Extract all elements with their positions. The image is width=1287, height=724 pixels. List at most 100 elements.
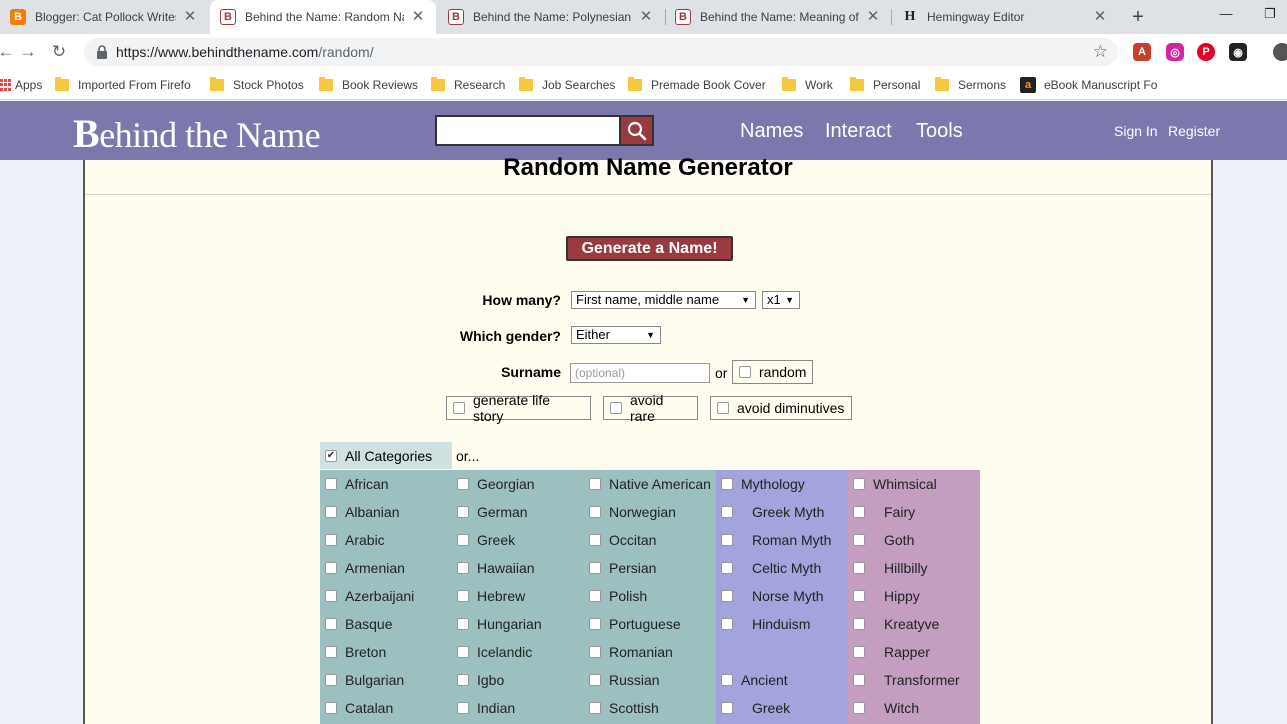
category-checkbox[interactable] (589, 534, 601, 546)
category-checkbox[interactable] (457, 646, 469, 658)
sign-in-link[interactable]: Sign In (1114, 123, 1158, 139)
category-option[interactable]: Albanian (325, 498, 400, 526)
new-tab-button[interactable]: + (1126, 5, 1150, 29)
category-checkbox[interactable] (589, 478, 601, 490)
bookmark-job-searches[interactable]: Job Searches (519, 75, 615, 95)
category-checkbox[interactable] (457, 702, 469, 714)
nav-tools[interactable]: Tools (916, 120, 963, 143)
category-option[interactable]: Azerbaijani (325, 582, 414, 610)
random-surname-option[interactable]: random (732, 360, 813, 384)
minimize-icon[interactable]: — (1212, 2, 1240, 26)
category-checkbox[interactable] (721, 702, 733, 714)
category-option[interactable]: Armenian (325, 554, 405, 582)
avoid-rare-option[interactable]: avoid rare (603, 392, 698, 424)
category-checkbox[interactable] (853, 674, 865, 686)
count-select[interactable]: x1 ▼ (762, 291, 800, 309)
pdf-extension-icon[interactable]: A (1133, 43, 1151, 61)
bookmark-book-reviews[interactable]: Book Reviews (319, 75, 418, 95)
category-option[interactable]: Georgian (457, 470, 535, 498)
category-checkbox[interactable] (721, 562, 733, 574)
instagram-icon[interactable]: ◎ (1166, 43, 1184, 61)
category-option[interactable]: Catalan (325, 694, 393, 722)
category-checkbox[interactable] (325, 674, 337, 686)
category-checkbox[interactable] (457, 618, 469, 630)
restore-icon[interactable]: ❐ (1256, 2, 1284, 26)
category-checkbox[interactable] (325, 562, 337, 574)
category-option[interactable]: Fairy (853, 498, 915, 526)
owl-extension-icon[interactable]: ◉ (1229, 43, 1247, 61)
bookmark-imported[interactable]: Imported From Firefo (55, 75, 195, 95)
category-checkbox[interactable] (457, 534, 469, 546)
life-story-option[interactable]: generate life story (446, 392, 591, 424)
category-option[interactable]: Hebrew (457, 582, 525, 610)
tab-polynesian[interactable]: B Behind the Name: Polynesian S ✕ (438, 0, 664, 34)
nav-interact[interactable]: Interact (825, 120, 892, 143)
avoid-diminutives-option[interactable]: avoid diminutives (710, 396, 852, 420)
bookmark-stock-photos[interactable]: Stock Photos (210, 75, 304, 95)
category-option[interactable]: Polish (589, 582, 647, 610)
generate-name-button[interactable]: Generate a Name! (566, 236, 733, 261)
category-option[interactable]: Hippy (853, 582, 920, 610)
category-checkbox[interactable] (721, 534, 733, 546)
site-search-input[interactable] (435, 115, 619, 146)
category-checkbox[interactable] (853, 562, 865, 574)
category-checkbox[interactable] (325, 534, 337, 546)
category-option[interactable]: Rapper (853, 638, 930, 666)
life-story-checkbox[interactable] (453, 402, 465, 414)
forward-arrow-icon[interactable]: → (16, 40, 40, 64)
category-option[interactable]: Arabic (325, 526, 385, 554)
category-option[interactable]: Greek Myth (721, 498, 824, 526)
category-option[interactable]: Native American (589, 470, 711, 498)
address-bar[interactable]: https://www.behindthename.com/random/ ☆ (84, 38, 1118, 66)
site-search-button[interactable] (619, 115, 654, 146)
category-option[interactable]: Hinduism (721, 610, 810, 638)
bookmark-research[interactable]: Research (431, 75, 505, 95)
category-option[interactable]: Transformer (853, 666, 960, 694)
category-option[interactable]: Basque (325, 610, 392, 638)
site-logo[interactable]: Behind the Name (73, 110, 321, 157)
bookmark-premade-covers[interactable]: Premade Book Cover (628, 75, 768, 95)
category-checkbox[interactable] (721, 590, 733, 602)
category-option[interactable]: Hungarian (457, 610, 542, 638)
category-option[interactable]: Romanian (589, 638, 673, 666)
category-option[interactable]: Hawaiian (457, 554, 535, 582)
category-option[interactable]: Breton (325, 638, 386, 666)
category-option[interactable]: Russian (589, 666, 660, 694)
close-icon[interactable]: ✕ (182, 9, 198, 25)
category-checkbox[interactable] (721, 478, 733, 490)
nav-names[interactable]: Names (740, 120, 803, 143)
bookmark-ebook-manuscript[interactable]: a eBook Manuscript Fo (1020, 75, 1160, 95)
category-checkbox[interactable] (457, 562, 469, 574)
category-option[interactable]: Norwegian (589, 498, 676, 526)
category-option[interactable]: German (457, 498, 528, 526)
category-checkbox[interactable] (589, 618, 601, 630)
register-link[interactable]: Register (1168, 123, 1220, 139)
category-option[interactable]: Whimsical (853, 470, 937, 498)
category-checkbox[interactable] (853, 506, 865, 518)
tab-hemingway[interactable]: H Hemingway Editor ✕ (892, 0, 1118, 34)
category-checkbox[interactable] (589, 674, 601, 686)
random-checkbox[interactable] (739, 366, 751, 378)
category-checkbox[interactable] (325, 646, 337, 658)
category-checkbox[interactable] (853, 618, 865, 630)
category-checkbox[interactable] (721, 618, 733, 630)
category-checkbox[interactable] (853, 478, 865, 490)
category-checkbox[interactable] (589, 702, 601, 714)
bookmark-sermons[interactable]: Sermons (935, 75, 1006, 95)
category-checkbox[interactable] (853, 646, 865, 658)
category-option[interactable]: Indian (457, 694, 515, 722)
category-option[interactable]: Icelandic (457, 638, 532, 666)
category-option[interactable]: Norse Myth (721, 582, 824, 610)
category-checkbox[interactable] (325, 478, 337, 490)
category-checkbox[interactable] (853, 534, 865, 546)
avoid-diminutives-checkbox[interactable] (717, 402, 729, 414)
category-checkbox[interactable] (325, 702, 337, 714)
category-option[interactable]: Witch (853, 694, 919, 722)
category-checkbox[interactable] (589, 562, 601, 574)
gender-select[interactable]: Either ▼ (571, 326, 661, 344)
category-option[interactable]: Mythology (721, 470, 805, 498)
bookmark-work[interactable]: Work (782, 75, 833, 95)
bookmark-star-icon[interactable]: ☆ (1093, 42, 1108, 62)
category-checkbox[interactable] (325, 618, 337, 630)
profile-avatar[interactable] (1273, 43, 1287, 61)
